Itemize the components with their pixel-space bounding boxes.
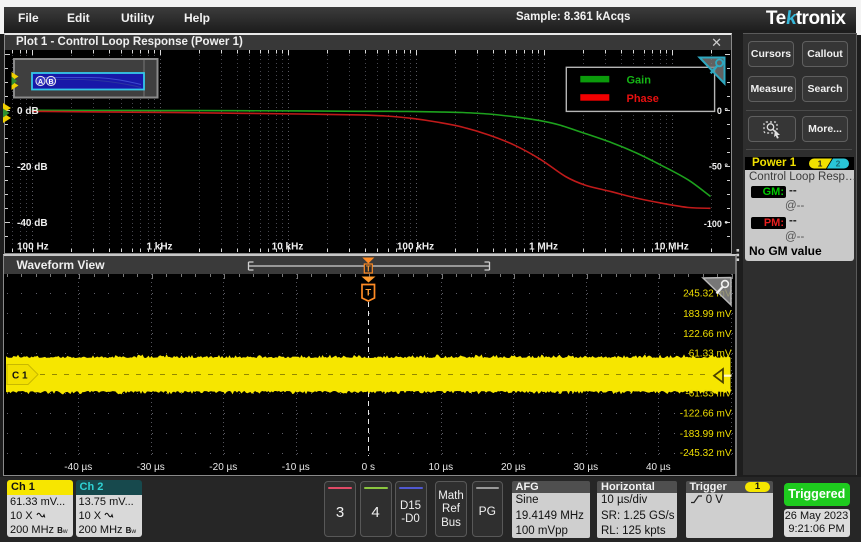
svg-text:-183.99 mV: -183.99 mV <box>679 429 731 440</box>
svg-text:0 dB: 0 dB <box>17 106 39 117</box>
svg-text:-100 °: -100 ° <box>704 219 729 229</box>
svg-text:0 s: 0 s <box>361 462 374 473</box>
svg-text:-30 µs: -30 µs <box>136 462 164 473</box>
svg-text:-40 dB: -40 dB <box>17 218 48 229</box>
svg-text:100 Hz: 100 Hz <box>17 242 49 253</box>
svg-text:2: 2 <box>835 158 840 168</box>
svg-text:1: 1 <box>817 158 822 168</box>
svg-text:122.66 mV: 122.66 mV <box>683 329 732 340</box>
svg-text:10 kHz: 10 kHz <box>272 242 304 253</box>
svg-text:10 MHz: 10 MHz <box>654 242 688 253</box>
svg-text:-122.66 mV: -122.66 mV <box>679 409 731 420</box>
svg-text:1 kHz: 1 kHz <box>146 242 172 253</box>
svg-text:-10 µs: -10 µs <box>281 462 309 473</box>
svg-text:20 µs: 20 µs <box>500 462 525 473</box>
svg-text:-61.33 mV: -61.33 mV <box>685 389 731 400</box>
svg-text:T: T <box>365 264 370 273</box>
svg-text:40 µs: 40 µs <box>645 462 670 473</box>
svg-text:183.99 mV: 183.99 mV <box>683 309 732 320</box>
svg-text:-40 µs: -40 µs <box>64 462 92 473</box>
svg-text:-20 µs: -20 µs <box>209 462 237 473</box>
svg-text:A: A <box>38 79 43 86</box>
svg-text:-245.32 mV: -245.32 mV <box>679 448 731 459</box>
svg-text:0 °: 0 ° <box>717 106 729 116</box>
svg-text:30 µs: 30 µs <box>573 462 598 473</box>
svg-text:C 1: C 1 <box>12 371 28 382</box>
svg-text:100 kHz: 100 kHz <box>397 242 434 253</box>
svg-text:B: B <box>48 79 53 86</box>
svg-text:T: T <box>365 288 371 299</box>
svg-text:10 µs: 10 µs <box>428 462 453 473</box>
svg-text:Gain: Gain <box>627 75 652 87</box>
svg-text:Phase: Phase <box>627 93 659 105</box>
svg-text:-20 dB: -20 dB <box>17 162 48 173</box>
svg-text:61.33 mV: 61.33 mV <box>688 349 731 360</box>
svg-text:1 MHz: 1 MHz <box>529 242 558 253</box>
svg-text:-50 °: -50 ° <box>709 162 729 172</box>
